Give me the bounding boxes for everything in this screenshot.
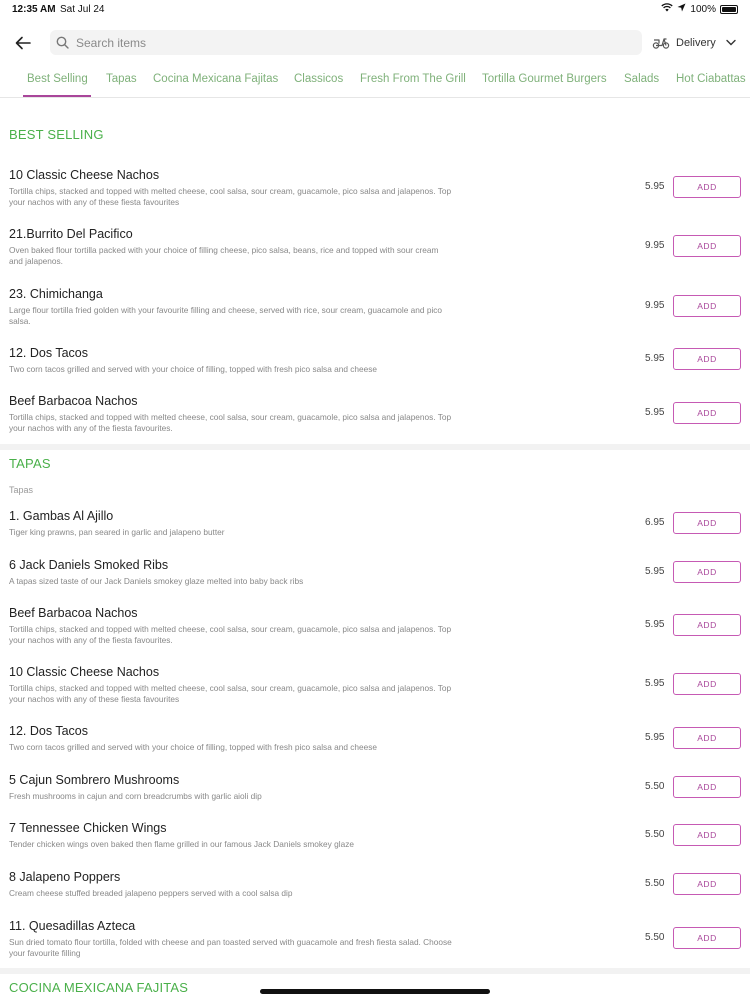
add-button[interactable]: ADD — [673, 295, 741, 317]
item-name: 6 Jack Daniels Smoked Ribs — [9, 558, 169, 572]
item-name: Beef Barbacoa Nachos — [9, 606, 138, 620]
item-name: 21.Burrito Del Pacifico — [9, 227, 133, 241]
add-button[interactable]: ADD — [673, 927, 741, 949]
add-button[interactable]: ADD — [673, 776, 741, 798]
item-name: 1. Gambas Al Ajillo — [9, 509, 114, 523]
item-price: 5.95 — [645, 566, 665, 577]
item-price: 9.95 — [645, 300, 665, 311]
section-title-best-selling: BEST SELLING — [9, 127, 104, 142]
wifi-icon — [661, 3, 674, 15]
add-button[interactable]: ADD — [673, 614, 741, 636]
item-description: Tortilla chips, stacked and topped with … — [9, 186, 452, 207]
item-description: Tortilla chips, stacked and topped with … — [9, 624, 452, 645]
item-price: 5.95 — [645, 678, 665, 689]
item-description: Cream cheese stuffed breaded jalapeno pe… — [9, 888, 293, 898]
add-button[interactable]: ADD — [673, 727, 741, 749]
tab-cocina-mexicana-fajitas[interactable]: Cocina Mexicana Fajitas — [153, 73, 278, 85]
item-price: 5.95 — [645, 407, 665, 418]
add-button[interactable]: ADD — [673, 512, 741, 534]
item-name: 12. Dos Tacos — [9, 724, 88, 738]
tab-tapas[interactable]: Tapas — [106, 73, 137, 85]
tab-salads[interactable]: Salads — [624, 73, 659, 85]
item-price: 9.95 — [645, 240, 665, 251]
add-button[interactable]: ADD — [673, 402, 741, 424]
search-icon — [56, 36, 70, 50]
item-price: 5.95 — [645, 181, 665, 192]
home-indicator — [260, 989, 490, 994]
status-bar: 12:35 AM Sat Jul 24 100% — [0, 0, 750, 20]
top-bar: Delivery — [0, 28, 750, 58]
item-description: Tender chicken wings oven baked then fla… — [9, 839, 354, 849]
item-price: 6.95 — [645, 517, 665, 528]
tab-fresh-from-the-grill[interactable]: Fresh From The Grill — [360, 73, 466, 85]
item-description: Tiger king prawns, pan seared in garlic … — [9, 527, 225, 537]
item-name: 11. Quesadillas Azteca — [9, 919, 136, 933]
item-description: Two corn tacos grilled and served with y… — [9, 742, 378, 752]
item-price: 5.50 — [645, 932, 665, 943]
item-description: Fresh mushrooms in cajun and corn breadc… — [9, 791, 262, 801]
item-description: Oven baked flour tortilla packed with yo… — [9, 245, 439, 266]
item-price: 5.95 — [645, 732, 665, 743]
location-icon — [677, 3, 686, 15]
add-button[interactable]: ADD — [673, 873, 741, 895]
add-button[interactable]: ADD — [673, 824, 741, 846]
item-price: 5.50 — [645, 781, 665, 792]
item-description: A tapas sized taste of our Jack Daniels … — [9, 576, 304, 586]
item-name: 8 Jalapeno Poppers — [9, 870, 121, 884]
scooter-icon — [652, 35, 670, 52]
section-title-tapas: TAPAS — [9, 456, 51, 471]
battery-icon — [720, 4, 738, 14]
chevron-down-icon — [726, 37, 736, 49]
item-name: 10 Classic Cheese Nachos — [9, 168, 160, 182]
status-indicators: 100% — [661, 3, 738, 15]
add-button[interactable]: ADD — [673, 673, 741, 695]
item-price: 5.50 — [645, 829, 665, 840]
search-input[interactable] — [76, 35, 616, 50]
category-tabs: Best Selling Tapas Cocina Mexicana Fajit… — [0, 66, 750, 98]
item-price: 5.95 — [645, 353, 665, 364]
section-sublabel-tapas: Tapas — [9, 485, 34, 495]
item-description: Sun dried tomato flour tortilla, folded … — [9, 937, 452, 958]
add-button[interactable]: ADD — [673, 235, 741, 257]
delivery-label: Delivery — [676, 37, 716, 49]
delivery-selector[interactable]: Delivery — [652, 33, 736, 53]
item-name: 12. Dos Tacos — [9, 346, 88, 360]
search-bar — [50, 30, 642, 55]
tab-classicos[interactable]: Classicos — [294, 73, 343, 85]
item-name: 7 Tennessee Chicken Wings — [9, 821, 167, 835]
item-name: 23. Chimichanga — [9, 287, 103, 301]
active-tab-indicator — [23, 95, 91, 97]
section-title-cocina-mexicana-fajitas: COCINA MEXICANA FAJITAS — [9, 980, 189, 995]
item-description: Tortilla chips, stacked and topped with … — [9, 683, 452, 704]
item-description: Two corn tacos grilled and served with y… — [9, 364, 378, 374]
tab-best-selling[interactable]: Best Selling — [27, 73, 88, 85]
item-name: 10 Classic Cheese Nachos — [9, 665, 160, 679]
item-description: Tortilla chips, stacked and topped with … — [9, 412, 452, 433]
add-button[interactable]: ADD — [673, 561, 741, 583]
status-date: Sat Jul 24 — [60, 4, 105, 15]
status-time: 12:35 AM — [12, 4, 56, 15]
arrow-left-icon — [15, 36, 31, 50]
item-name: 5 Cajun Sombrero Mushrooms — [9, 773, 180, 787]
item-price: 5.50 — [645, 878, 665, 889]
battery-percent: 100% — [690, 3, 716, 15]
tab-tortilla-gourmet-burgers[interactable]: Tortilla Gourmet Burgers — [482, 73, 607, 85]
item-description: Large flour tortilla fried golden with y… — [9, 305, 443, 326]
section-divider — [0, 444, 750, 450]
item-name: Beef Barbacoa Nachos — [9, 394, 138, 408]
item-price: 5.95 — [645, 619, 665, 630]
add-button[interactable]: ADD — [673, 348, 741, 370]
add-button[interactable]: ADD — [673, 176, 741, 198]
section-divider — [0, 968, 750, 974]
tab-hot-ciabattas[interactable]: Hot Ciabattas — [676, 73, 746, 85]
back-button[interactable] — [12, 32, 34, 54]
